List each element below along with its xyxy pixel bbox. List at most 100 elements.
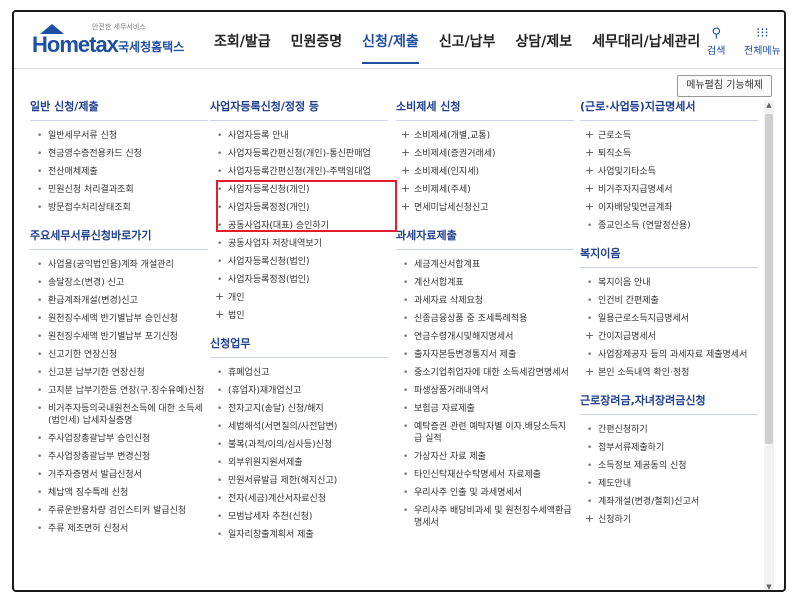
expandable-menu-link[interactable]: 면세미납세신청신고: [396, 199, 574, 217]
nav-item-0[interactable]: 조회/발급: [204, 32, 281, 66]
menu-link[interactable]: 계산서합계표: [396, 274, 574, 292]
nav-item-3[interactable]: 신고/납부: [429, 32, 506, 66]
menu-link[interactable]: 주류 제조면허 신청서: [30, 520, 208, 538]
expandable-menu-link[interactable]: 퇴직소득: [580, 145, 758, 163]
menu-link[interactable]: 연금수령개시및해지명세서: [396, 328, 574, 346]
scrollbar-thumb[interactable]: [765, 114, 773, 444]
menu-link[interactable]: 일용근로소득지급명세서: [580, 310, 758, 328]
menu-link[interactable]: 체납액 징수특례 신청: [30, 484, 208, 502]
menu-link[interactable]: 원천징수세액 반기별납부 승인신청: [30, 310, 208, 328]
menu-link[interactable]: 사업장제공자 등의 과세자료 제출명세서: [580, 346, 758, 364]
menu-link[interactable]: 우리사주 인출 및 과세명세서: [396, 484, 574, 502]
menu-link[interactable]: 현금영수증전용카드 신청: [30, 145, 208, 163]
nav-item-1[interactable]: 민원증명: [281, 32, 353, 66]
menu-link[interactable]: 사업자등록간편신청(개인)-통신판매업: [210, 145, 388, 163]
menu-link[interactable]: 민원신청 처리결과조회: [30, 181, 208, 199]
menu-link[interactable]: 신고분 납부기한 연장신청: [30, 364, 208, 382]
menu-link[interactable]: 전자고지(송달) 신청/해지: [210, 400, 388, 418]
menu-link[interactable]: 고지분 납부기한등 연장(구.징수유예)신청: [30, 382, 208, 400]
expandable-menu-link[interactable]: 간이지급명세서: [580, 328, 758, 346]
nav-item-5[interactable]: 세무대리/납세관리: [582, 32, 710, 66]
vertical-scrollbar[interactable]: ▲ ▼: [764, 100, 774, 590]
menu-link[interactable]: 종교인소득 (연말정산용): [580, 217, 758, 235]
expandable-menu-link[interactable]: 비거주자지급명세서: [580, 181, 758, 199]
menu-column-2: 소비제세 신청소비제세(개별,교통)소비제세(증권거래세)소비제세(인지세)소비…: [396, 98, 574, 532]
menu-link[interactable]: 모범납세자 추천(신청): [210, 508, 388, 526]
menu-link[interactable]: 세법해석(서면질의/사전답변): [210, 418, 388, 436]
menu-link[interactable]: 주사업장총괄납부 승인신청: [30, 430, 208, 448]
expandable-menu-link[interactable]: 법인: [210, 307, 388, 325]
menu-link[interactable]: 복지이음 안내: [580, 274, 758, 292]
section-title[interactable]: 사업자등록신청/정정 등: [210, 98, 388, 121]
menu-link[interactable]: (휴업자)재개업신고: [210, 382, 388, 400]
menu-link[interactable]: 과세자료 삭제요청: [396, 292, 574, 310]
menu-link[interactable]: 사업용(공익법인용)계좌 개설관리: [30, 256, 208, 274]
menu-link[interactable]: 우리사주 배당비과세 및 원천징수세액환급명세서: [396, 502, 574, 532]
section-item-list: 복지이음 안내인건비 간편제출일용근로소득지급명세서간이지급명세서사업장제공자 …: [580, 274, 758, 382]
menu-link[interactable]: 첨부서류제출하기: [580, 439, 758, 457]
menu-link[interactable]: 중소기업취업자에 대한 소득세감면명세서: [396, 364, 574, 382]
menu-link[interactable]: 공동사업자 저장내역보기: [210, 235, 388, 253]
expandable-menu-link[interactable]: 사업및기타소득: [580, 163, 758, 181]
section-title[interactable]: (근로·사업등)지급명세서: [580, 98, 758, 121]
menu-link[interactable]: 민원서류발급 제한(해지신고): [210, 472, 388, 490]
menu-link[interactable]: 외부위원지원서제출: [210, 454, 388, 472]
menu-link[interactable]: 파생상품거래내역서: [396, 382, 574, 400]
expandable-menu-link[interactable]: 이자배당및연금계좌: [580, 199, 758, 217]
menu-expand-toggle-button[interactable]: 메뉴펼침 기능해제: [677, 75, 772, 97]
nav-item-4[interactable]: 상담/제보: [505, 32, 582, 66]
menu-link[interactable]: 소득정보 제공동의 신청: [580, 457, 758, 475]
menu-link[interactable]: 송달장소(변경) 신고: [30, 274, 208, 292]
section-title[interactable]: 소비제세 신청: [396, 98, 574, 121]
expandable-menu-link[interactable]: 소비제세(증권거래세): [396, 145, 574, 163]
section-title[interactable]: 일반 신청/제출: [30, 98, 208, 121]
menu-link[interactable]: 인건비 간편제출: [580, 292, 758, 310]
menu-link[interactable]: 사업자등록정정(법인): [210, 271, 388, 289]
menu-link[interactable]: 일자리창출계획서 제출: [210, 526, 388, 544]
expandable-menu-link[interactable]: 소비제세(개별,교통): [396, 127, 574, 145]
section-title[interactable]: 근로장려금,자녀장려금신청: [580, 392, 758, 415]
scroll-down-arrow-icon[interactable]: ▼: [764, 582, 774, 590]
menu-link[interactable]: 불복(과적/이의/심사등)신청: [210, 436, 388, 454]
section-title[interactable]: 과세자료제출: [396, 227, 574, 250]
menu-link[interactable]: 주류운반용차량 검인스티커 발급신청: [30, 502, 208, 520]
menu-link[interactable]: 전산매체제출: [30, 163, 208, 181]
menu-link[interactable]: 주사업장총괄납부 변경신청: [30, 448, 208, 466]
expandable-menu-link[interactable]: 소비제세(인지세): [396, 163, 574, 181]
section-title[interactable]: 신청업무: [210, 335, 388, 358]
menu-link[interactable]: 신고기한 연장신청: [30, 346, 208, 364]
menu-link[interactable]: 전자(세금)계산서자료신청: [210, 490, 388, 508]
scroll-up-arrow-icon[interactable]: ▲: [764, 100, 774, 110]
nav-item-2[interactable]: 신청/제출: [352, 32, 429, 66]
menu-link[interactable]: 거주자증명서 발급신청서: [30, 466, 208, 484]
expandable-menu-link[interactable]: 근로소득: [580, 127, 758, 145]
menu-link[interactable]: 간편신청하기: [580, 421, 758, 439]
menu-link[interactable]: 사업자등록간편신청(개인)-주택임대업: [210, 163, 388, 181]
expandable-menu-link[interactable]: 신청하기: [580, 511, 758, 529]
section-title[interactable]: 주요세무서류신청바로가기: [30, 227, 208, 250]
menu-link[interactable]: 비거주자등의국내원천소득에 대한 소득세(법인세) 납세자실증명: [30, 400, 208, 430]
section-title[interactable]: 복지이음: [580, 245, 758, 268]
expandable-menu-link[interactable]: 개인: [210, 289, 388, 307]
menu-link[interactable]: 보험금 자료제출: [396, 400, 574, 418]
menu-link[interactable]: 신종금융상품 중 조세특례적용: [396, 310, 574, 328]
menu-link[interactable]: 예탁증권 관련 예탁자별 이자.배당소득지급 실적: [396, 418, 574, 448]
menu-link[interactable]: 휴폐업신고: [210, 364, 388, 382]
menu-link[interactable]: 제도안내: [580, 475, 758, 493]
menu-link[interactable]: 타인신탁재산수탁명세서 자료제출: [396, 466, 574, 484]
menu-link[interactable]: 방문접수처리상태조회: [30, 199, 208, 217]
expandable-menu-link[interactable]: 소비제세(주세): [396, 181, 574, 199]
search-button[interactable]: ⚲ 검색: [707, 26, 725, 57]
menu-link[interactable]: 계좌개설(변경/철회)신고서: [580, 493, 758, 511]
menu-link[interactable]: 환급계좌개설(변경)신고: [30, 292, 208, 310]
menu-link[interactable]: 일반세무서류 신청: [30, 127, 208, 145]
menu-link[interactable]: 사업자등록 안내: [210, 127, 388, 145]
hometax-logo[interactable]: 안전한 세무서비스 Hometax 국세청홈택스: [32, 22, 197, 58]
menu-link[interactable]: 사업자등록신청(법인): [210, 253, 388, 271]
menu-link[interactable]: 출자자본등변경통지서 제출: [396, 346, 574, 364]
menu-link[interactable]: 세금계산서합계표: [396, 256, 574, 274]
menu-link[interactable]: 가상자산 자료 제출: [396, 448, 574, 466]
expandable-menu-link[interactable]: 본인 소득내역 확인·정정: [580, 364, 758, 382]
all-menu-button[interactable]: ⁝⁝⁝ 전체메뉴: [744, 26, 781, 57]
menu-link[interactable]: 원천징수세액 반기별납부 포기신청: [30, 328, 208, 346]
